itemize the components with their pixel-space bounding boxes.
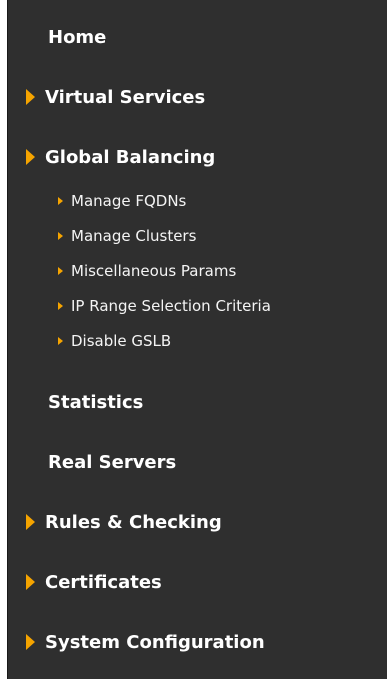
nav-item-statistics[interactable]: Statistics bbox=[8, 385, 387, 419]
sub-arrow-icon bbox=[58, 197, 63, 205]
nav-label-global-balancing: Global Balancing bbox=[45, 146, 216, 168]
subnav-label: Disable GSLB bbox=[71, 332, 172, 350]
subnav-item-disable-gslb[interactable]: Disable GSLB bbox=[8, 330, 387, 352]
subnav-item-manage-fqdns[interactable]: Manage FQDNs bbox=[8, 190, 387, 212]
nav-label-home: Home bbox=[48, 26, 107, 48]
subnav-item-manage-clusters[interactable]: Manage Clusters bbox=[8, 225, 387, 247]
expand-arrow-icon bbox=[26, 574, 35, 590]
expand-arrow-icon bbox=[26, 514, 35, 530]
sub-arrow-icon bbox=[58, 337, 63, 345]
nav-item-real-servers[interactable]: Real Servers bbox=[8, 445, 387, 479]
sub-arrow-icon bbox=[58, 302, 63, 310]
expand-arrow-icon bbox=[26, 149, 35, 165]
sub-arrow-icon bbox=[58, 232, 63, 240]
subnav-item-misc-params[interactable]: Miscellaneous Params bbox=[8, 260, 387, 282]
nav-item-certificates[interactable]: Certificates bbox=[8, 565, 387, 599]
nav-label-certificates: Certificates bbox=[45, 571, 162, 593]
nav-label-virtual-services: Virtual Services bbox=[45, 86, 206, 108]
sidebar-nav: Home Virtual Services Global Balancing M… bbox=[7, 0, 387, 679]
nav-label-real-servers: Real Servers bbox=[48, 451, 177, 473]
nav-label-system-configuration: System Configuration bbox=[45, 631, 265, 653]
expand-arrow-icon bbox=[26, 89, 35, 105]
nav-label-rules-checking: Rules & Checking bbox=[45, 511, 222, 533]
sub-arrow-icon bbox=[58, 267, 63, 275]
subnav-label: Miscellaneous Params bbox=[71, 262, 237, 280]
nav-item-global-balancing[interactable]: Global Balancing bbox=[8, 140, 387, 174]
subnav-label: Manage FQDNs bbox=[71, 192, 187, 210]
nav-item-rules-checking[interactable]: Rules & Checking bbox=[8, 505, 387, 539]
nav-label-statistics: Statistics bbox=[48, 391, 144, 413]
subnav-item-ip-range-selection[interactable]: IP Range Selection Criteria bbox=[8, 295, 387, 317]
expand-arrow-icon bbox=[26, 634, 35, 650]
subnav-label: Manage Clusters bbox=[71, 227, 197, 245]
subnav-label: IP Range Selection Criteria bbox=[71, 297, 271, 315]
nav-item-virtual-services[interactable]: Virtual Services bbox=[8, 80, 387, 114]
nav-item-system-configuration[interactable]: System Configuration bbox=[8, 625, 387, 659]
nav-item-home[interactable]: Home bbox=[8, 20, 387, 54]
